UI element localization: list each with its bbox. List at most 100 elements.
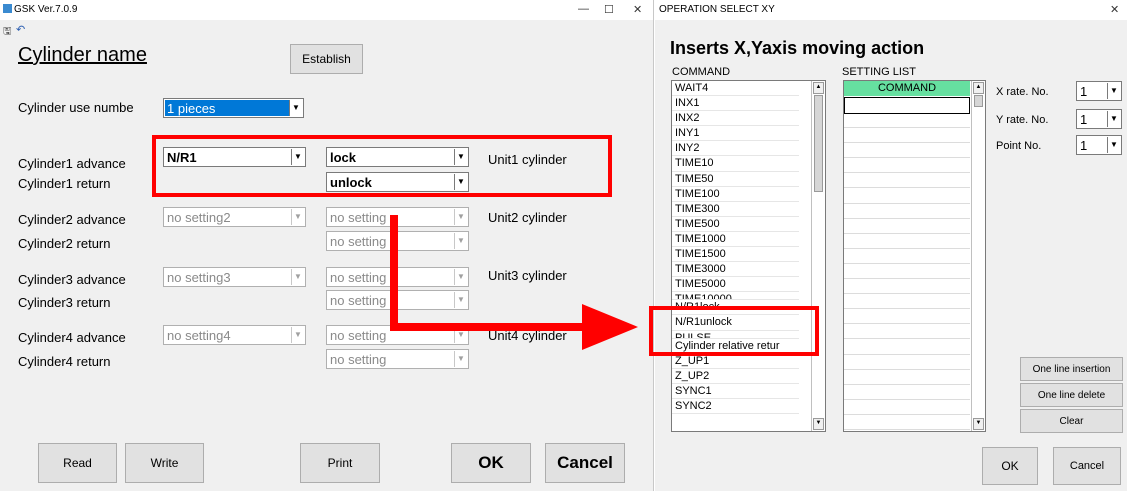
setting-list-row[interactable] — [844, 173, 970, 189]
app-icon — [3, 4, 12, 13]
command-scrollbar[interactable]: ▲ ▼ — [811, 81, 825, 431]
cylinder1-advance-label: Cylinder1 advance — [18, 156, 126, 171]
one-line-insertion-button[interactable]: One line insertion — [1020, 357, 1123, 381]
arrow-horizontal-segment — [390, 323, 585, 331]
command-item[interactable]: SYNC1 — [672, 384, 799, 399]
setting-list-row[interactable] — [844, 415, 970, 430]
unit2-label: Unit2 cylinder — [488, 210, 567, 225]
clear-button[interactable]: Clear — [1020, 409, 1123, 433]
operation-select-window: OPERATION SELECT XY ✕ Inserts X,Yaxis mo… — [655, 0, 1127, 491]
page-title: Cylinder name — [18, 44, 147, 66]
setting-list-label: SETTING LIST — [842, 66, 916, 78]
cylinder2-advance-label: Cylinder2 advance — [18, 212, 126, 227]
chevron-down-icon: ▼ — [291, 209, 304, 225]
chevron-down-icon: ▼ — [1107, 137, 1120, 153]
command-item[interactable]: TIME1500 — [672, 247, 799, 263]
setting-list-row[interactable] — [844, 294, 970, 310]
minimize-icon[interactable]: — — [578, 3, 589, 15]
setting-list-row[interactable] — [844, 128, 970, 144]
highlight-box-cylinder1 — [152, 135, 612, 197]
cylinder-use-select[interactable]: 1 pieces ▼ — [163, 98, 304, 118]
setting-list-row[interactable] — [844, 204, 970, 219]
cancel-button[interactable]: Cancel — [1053, 447, 1121, 485]
setting-list-row[interactable] — [844, 158, 970, 174]
command-item[interactable]: TIME1000 — [672, 232, 799, 248]
command-item[interactable]: INX1 — [672, 96, 799, 112]
command-item[interactable]: TIME100 — [672, 187, 799, 202]
command-list[interactable]: WAIT4 INX1 INX2 INY1 INY2 TIME10 TIME50 TIME100… — [671, 80, 826, 432]
setting-list-row[interactable] — [844, 339, 970, 355]
setting-list-row[interactable] — [844, 279, 970, 295]
scroll-down-icon[interactable]: ▼ — [813, 418, 824, 430]
undo-icon[interactable]: ↶ — [16, 23, 25, 36]
setting-list-row[interactable] — [844, 234, 970, 249]
setting-list-header: COMMAND — [844, 81, 970, 96]
setting-list-row[interactable] — [844, 324, 970, 340]
chevron-down-icon: ▼ — [1107, 111, 1120, 127]
command-item[interactable]: TIME500 — [672, 217, 799, 232]
save-icon[interactable]: 🖫 — [3, 24, 12, 41]
scroll-thumb[interactable] — [974, 95, 983, 107]
setting-list-row[interactable] — [844, 113, 970, 129]
scroll-thumb[interactable] — [814, 95, 823, 192]
chevron-down-icon: ▼ — [1107, 83, 1120, 99]
command-item[interactable]: Z_UP2 — [672, 369, 799, 384]
y-rate-label: Y rate. No. — [996, 114, 1049, 126]
setting-list-row[interactable] — [844, 264, 970, 280]
point-select[interactable]: 1 ▼ — [1076, 135, 1122, 155]
cylinder4-advance-select[interactable]: no setting4 ▼ — [163, 325, 306, 345]
command-item[interactable]: WAIT4 — [672, 81, 799, 97]
command-label: COMMAND — [672, 66, 731, 78]
cancel-button[interactable]: Cancel — [545, 443, 625, 483]
cylinder2-advance-select[interactable]: no setting2 ▼ — [163, 207, 306, 227]
command-item[interactable]: TIME5000 — [672, 277, 799, 293]
command-item[interactable]: TIME50 — [672, 172, 799, 187]
cylinder4-return-label: Cylinder4 return — [18, 354, 111, 369]
read-button[interactable]: Read — [38, 443, 117, 483]
setting-list-row[interactable] — [844, 355, 970, 370]
scroll-up-icon[interactable]: ▲ — [973, 82, 984, 94]
setting-list-row[interactable] — [844, 430, 970, 431]
command-item[interactable]: TIME10 — [672, 156, 799, 172]
setting-list-row[interactable] — [844, 370, 970, 385]
cylinder1-return-label: Cylinder1 return — [18, 176, 111, 191]
close-icon[interactable]: ✕ — [633, 3, 642, 16]
setting-list-row[interactable] — [844, 400, 970, 415]
maximize-icon[interactable]: ☐ — [604, 3, 614, 16]
setting-list-row[interactable] — [844, 249, 970, 264]
command-item[interactable]: SYNC2 — [672, 399, 799, 414]
cylinder4-ret-cmd-select[interactable]: no setting ▼ — [326, 349, 469, 369]
scroll-down-icon[interactable]: ▼ — [973, 418, 984, 430]
close-icon[interactable]: ✕ — [1110, 3, 1119, 16]
ok-button[interactable]: OK — [451, 443, 531, 483]
command-item[interactable]: TIME3000 — [672, 262, 799, 278]
setting-scrollbar[interactable]: ▲ ▼ — [971, 81, 985, 431]
scroll-up-icon[interactable]: ▲ — [813, 82, 824, 94]
title-bar: GSK Ver.7.0.9 — ☐ ✕ — [0, 0, 653, 20]
command-item[interactable]: TIME10000 — [672, 292, 799, 301]
cylinder-use-label: Cylinder use numbe — [18, 100, 134, 115]
setting-list-row[interactable] — [844, 309, 970, 325]
establish-button[interactable]: Establish — [290, 44, 363, 74]
setting-list[interactable]: COMMAND ▲ ▼ — [843, 80, 986, 432]
setting-list-row[interactable] — [844, 385, 970, 400]
setting-list-row[interactable] — [844, 188, 970, 204]
arrow-head-icon — [582, 304, 638, 350]
cylinder-name-window: GSK Ver.7.0.9 — ☐ ✕ 🖫 ↶ Cylinder name Es… — [0, 0, 654, 491]
x-rate-select[interactable]: 1 ▼ — [1076, 81, 1122, 101]
command-item[interactable]: INY1 — [672, 126, 799, 142]
command-item[interactable]: TIME300 — [672, 202, 799, 217]
ok-button[interactable]: OK — [982, 447, 1038, 485]
chevron-down-icon: ▼ — [454, 233, 467, 249]
command-item[interactable]: INX2 — [672, 111, 799, 127]
write-button[interactable]: Write — [125, 443, 204, 483]
cylinder3-advance-select[interactable]: no setting3 ▼ — [163, 267, 306, 287]
window-title: OPERATION SELECT XY — [659, 4, 775, 15]
setting-list-row[interactable] — [844, 143, 970, 159]
setting-list-current-row[interactable] — [844, 97, 970, 114]
one-line-delete-button[interactable]: One line delete — [1020, 383, 1123, 407]
command-item[interactable]: INY2 — [672, 141, 799, 157]
y-rate-select[interactable]: 1 ▼ — [1076, 109, 1122, 129]
print-button[interactable]: Print — [300, 443, 380, 483]
setting-list-row[interactable] — [844, 219, 970, 234]
